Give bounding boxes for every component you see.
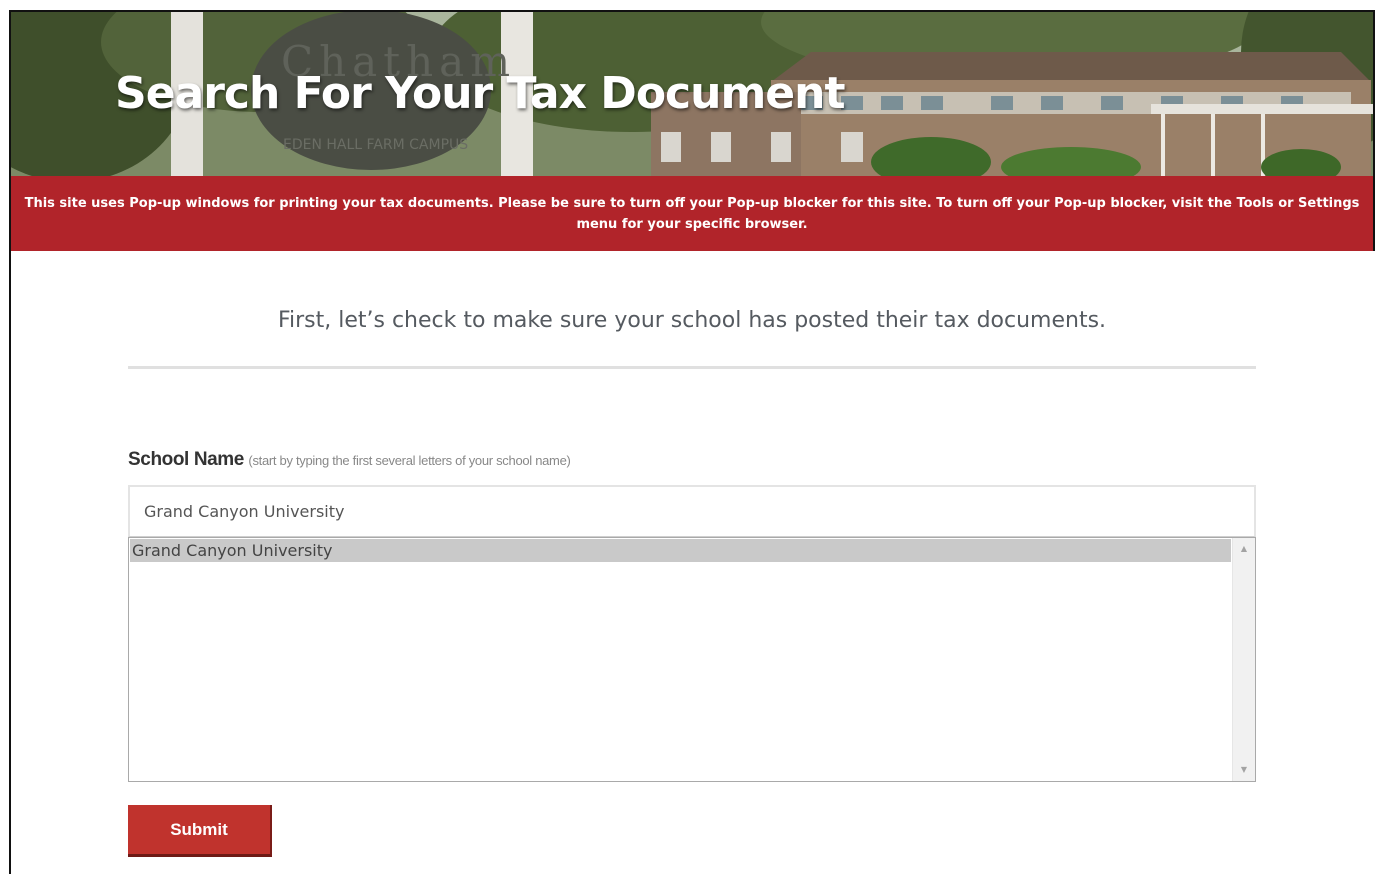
school-name-label: School Name (start by typing the first s… — [128, 449, 571, 471]
page: Chatham EDEN HALL FARM CAMPUS Search For… — [0, 0, 1375, 874]
submit-button[interactable]: Submit — [128, 805, 272, 857]
page-title: Search For Your Tax Document — [115, 68, 845, 119]
school-name-input[interactable] — [128, 485, 1256, 537]
suggestion-item[interactable]: Grand Canyon University — [130, 539, 1231, 562]
school-suggestions-list[interactable]: Grand Canyon University ▲ ▼ — [128, 537, 1256, 782]
sign-subtext: EDEN HALL FARM CAMPUS — [283, 137, 468, 153]
popup-notice: This site uses Pop-up windows for printi… — [11, 176, 1373, 251]
intro-text: First, let’s check to make sure your sch… — [277, 308, 1107, 333]
scroll-down-arrow-icon[interactable]: ▼ — [1233, 759, 1255, 781]
hero-banner: Chatham EDEN HALL FARM CAMPUS Search For… — [11, 12, 1373, 176]
suggestions-scrollbar[interactable]: ▲ ▼ — [1232, 538, 1255, 781]
divider — [128, 366, 1256, 369]
school-name-hint: (start by typing the first several lette… — [248, 453, 571, 468]
school-name-label-main: School Name — [128, 449, 244, 470]
scroll-up-arrow-icon[interactable]: ▲ — [1233, 538, 1255, 560]
